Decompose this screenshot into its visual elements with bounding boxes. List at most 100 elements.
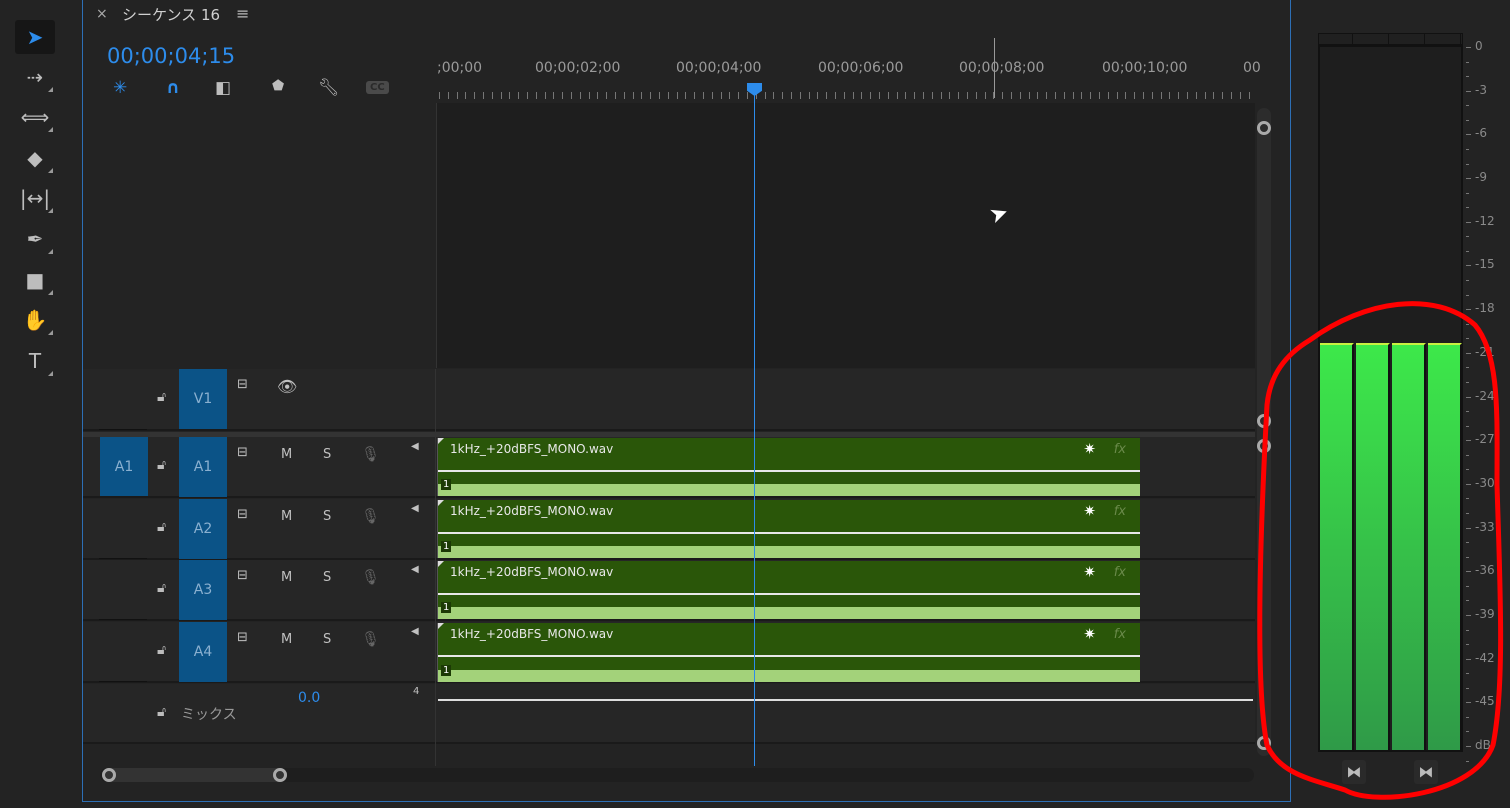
- microphone-icon[interactable]: 🎙︎: [361, 568, 380, 586]
- clip-waveform-bar: [438, 670, 1140, 682]
- lock-icon[interactable]: 🔓︎: [157, 642, 166, 658]
- ruler-tick: [896, 92, 898, 99]
- track-target-a3[interactable]: A3: [179, 560, 227, 620]
- ruler-tick: [1134, 92, 1136, 99]
- microphone-icon[interactable]: 🎙︎: [361, 445, 380, 463]
- clip-volume-line[interactable]: [438, 470, 1140, 472]
- ruler-tick: [1028, 92, 1030, 99]
- ruler-tick: [1063, 92, 1065, 99]
- hand-tool[interactable]: ✋: [15, 303, 55, 337]
- sync-lock-icon[interactable]: ⊟: [237, 445, 248, 460]
- pen-tool[interactable]: ✒: [15, 222, 55, 256]
- track-select-forward-tool[interactable]: ⇢: [15, 60, 55, 94]
- audio-clip[interactable]: 1kHz_+20dBFS_MONO.wav ✷ fx 1: [437, 438, 1140, 496]
- playhead-line[interactable]: [754, 92, 755, 766]
- ruler-tick: [579, 92, 581, 99]
- peak-indicator[interactable]: [1321, 34, 1353, 44]
- audio-clip[interactable]: 1kHz_+20dBFS_MONO.wav ✷ fx 1: [437, 623, 1140, 682]
- meter-tick: [1466, 207, 1469, 209]
- ruler-tick: [1195, 92, 1197, 99]
- meter-tick: [1466, 192, 1469, 194]
- sync-lock-icon[interactable]: ⊟: [237, 630, 248, 645]
- ruler-label: 00;00;10;00: [1102, 60, 1188, 76]
- peak-indicator[interactable]: [1429, 34, 1461, 44]
- track-target-a1[interactable]: A1: [179, 437, 227, 497]
- clip-volume-line[interactable]: [438, 593, 1140, 595]
- scroll-handle-top[interactable]: [1257, 121, 1271, 135]
- hscroll-handle-right[interactable]: [273, 768, 287, 782]
- panel-menu-icon[interactable]: ≡: [236, 4, 249, 23]
- mute-button[interactable]: M: [281, 632, 292, 647]
- mix-volume-line[interactable]: [438, 699, 1253, 701]
- ruler-label: 00: [1243, 60, 1261, 76]
- horizontal-scrollbar[interactable]: [102, 768, 287, 782]
- ruler-tick: [711, 92, 713, 99]
- header-divider[interactable]: [435, 369, 436, 766]
- mix-channels: 4: [413, 686, 420, 697]
- ruler-tick: [447, 92, 449, 99]
- ruler-tick: [764, 92, 766, 99]
- clip-volume-line[interactable]: [438, 655, 1140, 657]
- rectangle-tool[interactable]: ■: [15, 263, 55, 297]
- track-target-v1[interactable]: V1: [179, 369, 227, 429]
- lock-icon[interactable]: 🔓︎: [157, 457, 166, 473]
- source-patch-a1[interactable]: A1: [100, 437, 148, 496]
- audio-clip[interactable]: 1kHz_+20dBFS_MONO.wav ✷ fx 1: [437, 561, 1140, 619]
- track-target-a2[interactable]: A2: [179, 499, 227, 559]
- ruler-tick: [667, 92, 669, 99]
- lock-icon[interactable]: 🔓︎: [157, 704, 166, 720]
- sync-lock-icon[interactable]: ⊟: [237, 377, 248, 392]
- solo-button[interactable]: S: [323, 570, 331, 585]
- speaker-icon: ◀: [411, 626, 419, 637]
- slip-tool[interactable]: |↔|: [15, 181, 55, 215]
- close-tab-button[interactable]: ×: [96, 6, 108, 22]
- ruler-tick: [703, 92, 704, 99]
- lock-icon[interactable]: 🔓︎: [157, 389, 166, 405]
- eye-icon[interactable]: 👁︎: [277, 377, 297, 396]
- ruler-tick: [571, 92, 572, 99]
- microphone-icon[interactable]: 🎙︎: [361, 507, 380, 525]
- sync-lock-icon[interactable]: ⊟: [237, 568, 248, 583]
- snap-magnet-icon[interactable]: ∩: [166, 78, 180, 98]
- clip-volume-line[interactable]: [438, 532, 1140, 534]
- solo-button[interactable]: S: [323, 447, 331, 462]
- video-track-area[interactable]: [436, 103, 1255, 368]
- lock-icon[interactable]: 🔓︎: [157, 580, 166, 596]
- ruler-tick: [940, 92, 942, 99]
- solo-button[interactable]: S: [323, 509, 331, 524]
- nest-sequence-icon[interactable]: ✳: [113, 78, 127, 98]
- lock-icon[interactable]: 🔓︎: [157, 519, 166, 535]
- add-marker-icon[interactable]: ⬟: [272, 78, 284, 94]
- submenu-corner-icon: [48, 127, 53, 132]
- mix-volume-value[interactable]: 0.0: [298, 690, 320, 706]
- playhead-timecode[interactable]: 00;00;04;15: [107, 44, 235, 68]
- audio-clip[interactable]: 1kHz_+20dBFS_MONO.wav ✷ fx 1: [437, 500, 1140, 558]
- solo-button[interactable]: S: [323, 632, 331, 647]
- time-ruler[interactable]: ;00;00 00;00;02;00 00;00;04;00 00;00;06;00 0…: [437, 40, 1261, 102]
- timeline-settings-wrench-icon[interactable]: 🔧︎: [318, 78, 340, 98]
- ruler-tick: [1151, 92, 1153, 99]
- meter-scale-label: -9: [1475, 170, 1487, 185]
- mute-button[interactable]: M: [281, 447, 292, 462]
- clip-channel-number: 1: [441, 479, 452, 490]
- ruler-tick: [1099, 92, 1100, 99]
- peak-indicator[interactable]: [1393, 34, 1425, 44]
- captions-cc-icon[interactable]: CC: [366, 81, 389, 94]
- sync-lock-icon[interactable]: ⊟: [237, 507, 248, 522]
- ripple-edit-tool[interactable]: ⟺: [15, 100, 55, 134]
- track-target-a4[interactable]: A4: [179, 622, 227, 682]
- mute-button[interactable]: M: [281, 570, 292, 585]
- peak-indicator[interactable]: [1357, 34, 1389, 44]
- ruler-tick: [1116, 92, 1118, 99]
- razor-tool[interactable]: ◆: [15, 141, 55, 175]
- linked-selection-icon[interactable]: ◧: [215, 78, 231, 98]
- ruler-hover-marker: [994, 38, 995, 98]
- sequence-tab-title[interactable]: シーケンス 16: [122, 4, 220, 25]
- microphone-icon[interactable]: 🎙︎: [361, 630, 380, 648]
- mute-button[interactable]: M: [281, 509, 292, 524]
- hscroll-handle-left[interactable]: [102, 768, 116, 782]
- ruler-tick: [949, 92, 951, 99]
- meter-scale-label: -12: [1475, 213, 1495, 228]
- type-tool[interactable]: T: [15, 344, 55, 378]
- selection-tool[interactable]: ➤: [15, 20, 55, 54]
